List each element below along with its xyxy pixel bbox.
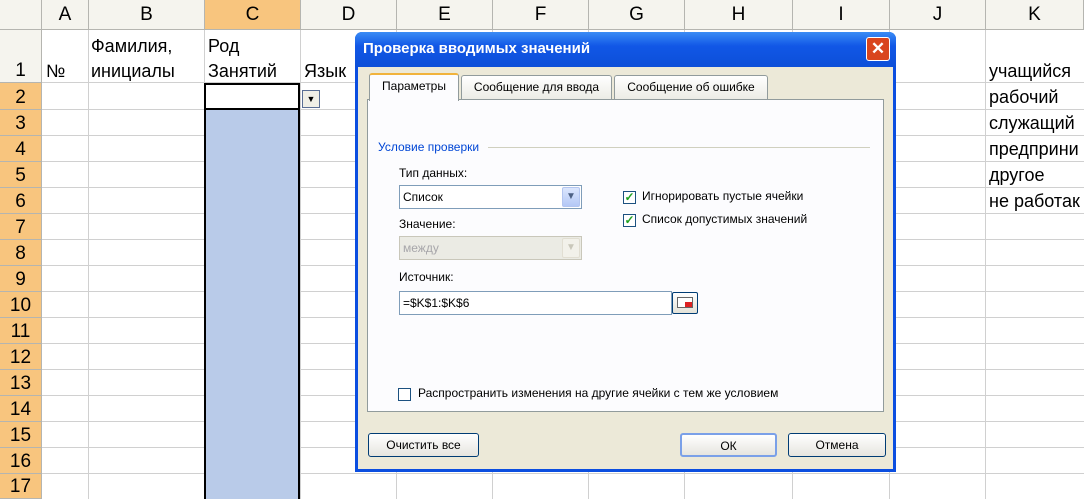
row-header-15[interactable]: 15 (0, 422, 42, 448)
row-header-3[interactable]: 3 (0, 110, 42, 136)
dialog-titlebar[interactable]: Проверка вводимых значений ✕ (355, 32, 896, 67)
close-icon: ✕ (870, 39, 886, 58)
column-header-i[interactable]: I (793, 0, 890, 30)
row-header-12[interactable]: 12 (0, 344, 42, 370)
collapse-dialog-button[interactable] (672, 292, 698, 314)
ignore-blank-label: Игнорировать пустые ячейки (642, 189, 804, 203)
active-cell-c2[interactable] (204, 83, 300, 110)
chevron-down-icon: ▼ (306, 94, 316, 104)
in-cell-dropdown-label: Список допустимых значений (642, 212, 808, 226)
data-type-select[interactable]: Список ▼ (399, 185, 582, 209)
in-cell-dropdown-checkbox[interactable]: ✓ (623, 214, 636, 227)
tab-settings[interactable]: Параметры (369, 73, 459, 101)
row-header-2[interactable]: 2 (0, 83, 42, 110)
tab-input-message[interactable]: Сообщение для ввода (461, 75, 612, 99)
column-header-j[interactable]: J (890, 0, 986, 30)
cell-c1-line1[interactable]: Род (208, 36, 239, 57)
value-label: Значение: (399, 217, 456, 231)
data-validation-dialog: Проверка вводимых значений ✕ Параметры С… (355, 32, 896, 472)
row-header-11[interactable]: 11 (0, 318, 42, 344)
data-type-label: Тип данных: (399, 166, 468, 180)
cell-c1-line2[interactable]: Занятий (208, 61, 277, 82)
dialog-title: Проверка вводимых значений (363, 40, 591, 57)
cell-dropdown-button[interactable]: ▼ (302, 90, 320, 108)
column-header-e[interactable]: E (397, 0, 493, 30)
row-header-10[interactable]: 10 (0, 292, 42, 318)
apply-all-label: Распространить изменения на другие ячейк… (418, 386, 779, 400)
source-input[interactable]: =$K$1:$K$6 (399, 291, 672, 315)
row-header-7[interactable]: 7 (0, 214, 42, 240)
row-header-8[interactable]: 8 (0, 240, 42, 266)
row-header-17[interactable]: 17 (0, 474, 42, 499)
settings-panel: Условие проверки Тип данных: Список ▼ Зн… (367, 99, 884, 412)
row-header-14[interactable]: 14 (0, 396, 42, 422)
column-header-b[interactable]: B (89, 0, 205, 30)
column-header-a[interactable]: A (42, 0, 89, 30)
cell-k6[interactable]: не работак (989, 191, 1080, 212)
cell-k2[interactable]: рабочий (989, 87, 1058, 108)
apply-all-checkbox[interactable] (398, 388, 411, 401)
column-header-k[interactable]: K (986, 0, 1084, 30)
cell-a1[interactable]: № (46, 61, 65, 82)
cancel-button[interactable]: Отмена (788, 433, 886, 457)
column-header-f[interactable]: F (493, 0, 589, 30)
column-header-c[interactable]: C (205, 0, 301, 30)
clear-all-button[interactable]: Очистить все (368, 433, 479, 457)
close-button[interactable]: ✕ (866, 37, 890, 61)
chevron-down-icon: ▼ (562, 238, 580, 258)
row-header-16[interactable]: 16 (0, 448, 42, 474)
row-header-4[interactable]: 4 (0, 136, 42, 162)
cell-d1[interactable]: Язык (304, 61, 346, 82)
chevron-down-icon[interactable]: ▼ (562, 187, 580, 207)
dialog-body: Параметры Сообщение для ввода Сообщение … (358, 67, 893, 469)
column-header-g[interactable]: G (589, 0, 685, 30)
group-divider (488, 147, 870, 148)
row-header-6[interactable]: 6 (0, 188, 42, 214)
row-header-9[interactable]: 9 (0, 266, 42, 292)
validation-criteria-title: Условие проверки (378, 140, 480, 154)
cell-b1-line2[interactable]: инициалы (91, 61, 175, 82)
row-header-5[interactable]: 5 (0, 162, 42, 188)
row-header-13[interactable]: 13 (0, 370, 42, 396)
select-all-corner[interactable] (0, 0, 42, 30)
selected-range[interactable] (205, 110, 300, 499)
cell-k5[interactable]: другое (989, 165, 1045, 186)
row-header-1[interactable]: 1 (0, 30, 42, 83)
column-header-h[interactable]: H (685, 0, 793, 30)
cell-b1-line1[interactable]: Фамилия, (91, 36, 172, 57)
value-select: между ▼ (399, 236, 582, 260)
cell-k3[interactable]: служащий (989, 113, 1075, 134)
cell-k4[interactable]: предприни (989, 139, 1079, 160)
column-header-d[interactable]: D (301, 0, 397, 30)
cell-k1[interactable]: учащийся (989, 61, 1071, 82)
ignore-blank-checkbox[interactable]: ✓ (623, 191, 636, 204)
source-label: Источник: (399, 270, 454, 284)
range-select-icon (677, 297, 693, 308)
selection-border-left (204, 83, 206, 499)
tab-error-alert[interactable]: Сообщение об ошибке (614, 75, 768, 99)
selection-border-right (298, 83, 300, 499)
ok-button[interactable]: ОК (680, 433, 777, 457)
